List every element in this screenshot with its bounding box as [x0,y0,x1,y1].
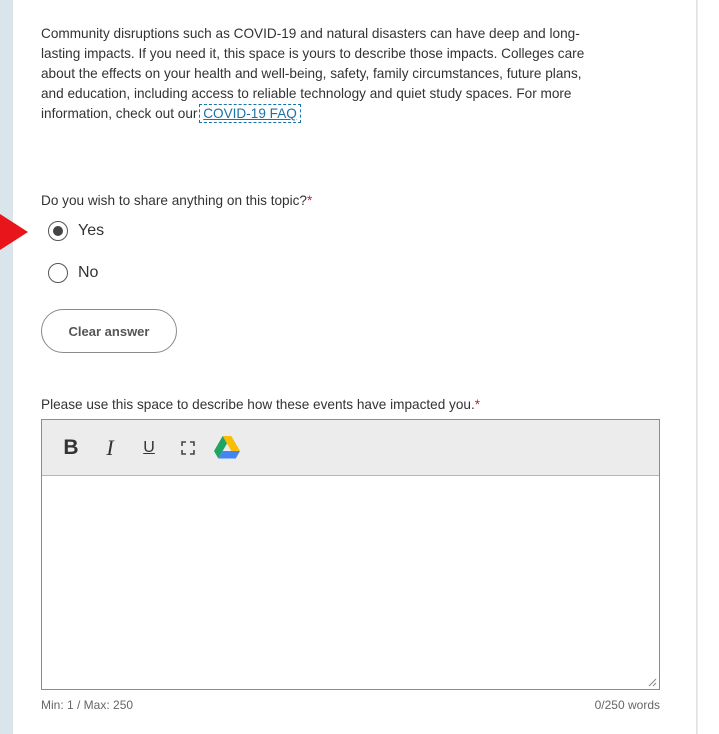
option-yes[interactable]: Yes [48,221,104,241]
editor-toolbar: B I U [42,420,659,476]
share-question-label: Do you wish to share anything on this to… [41,193,307,208]
resize-handle-icon[interactable] [647,677,657,687]
essay-prompt: Please use this space to describe how th… [41,397,480,412]
word-limits: Min: 1 / Max: 250 [41,698,134,712]
essay-textarea[interactable] [42,476,659,689]
essay-prompt-label: Please use this space to describe how th… [41,397,475,412]
option-yes-label[interactable]: Yes [78,222,104,240]
pointer-arrow-icon [0,214,28,250]
intro-body: Community disruptions such as COVID-19 a… [41,26,585,121]
right-pane [697,0,719,734]
required-mark: * [474,397,481,412]
underline-button[interactable]: U [134,433,164,463]
covid-faq-link[interactable]: COVID-19 FAQ [199,104,301,123]
option-no[interactable]: No [48,263,98,283]
required-mark: * [307,193,313,208]
radio-selected-dot [53,226,63,236]
google-drive-icon[interactable] [212,433,242,463]
fullscreen-icon[interactable] [173,433,203,463]
italic-button[interactable]: I [95,433,125,463]
radio-yes[interactable] [48,221,68,241]
bold-button[interactable]: B [56,433,86,463]
word-count: 0/250 words [594,698,660,712]
option-no-label[interactable]: No [78,264,98,282]
left-side-strip [0,0,13,734]
intro-text: Community disruptions such as COVID-19 a… [41,24,601,124]
share-question: Do you wish to share anything on this to… [41,193,312,208]
rich-text-editor: B I U [41,419,660,690]
radio-no[interactable] [48,263,68,283]
clear-answer-button[interactable]: Clear answer [41,309,177,353]
